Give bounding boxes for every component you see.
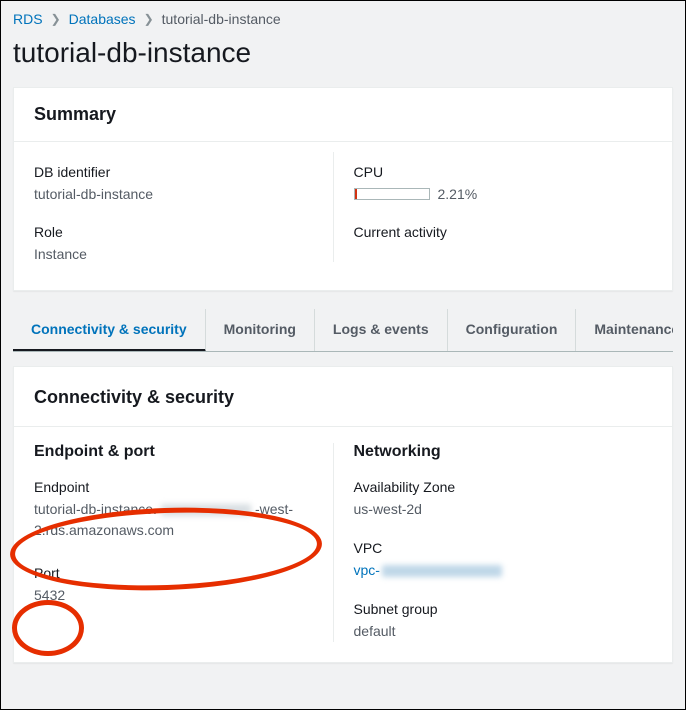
port-label: Port bbox=[34, 565, 313, 581]
redacted-segment bbox=[382, 565, 502, 577]
tab-monitoring[interactable]: Monitoring bbox=[206, 309, 315, 351]
connectivity-security-card: Connectivity & security Endpoint & port … bbox=[13, 366, 673, 663]
summary-heading: Summary bbox=[34, 104, 652, 125]
db-identifier-value: tutorial-db-instance bbox=[34, 186, 313, 202]
tab-maintenance[interactable]: Maintenance bbox=[576, 309, 673, 351]
connectivity-heading: Connectivity & security bbox=[34, 387, 652, 408]
breadcrumb-rds[interactable]: RDS bbox=[13, 11, 43, 27]
vpc-value[interactable]: vpc- bbox=[354, 560, 633, 581]
detail-tabs: Connectivity & security Monitoring Logs … bbox=[13, 309, 673, 352]
role-label: Role bbox=[34, 224, 313, 240]
cpu-value: 2.21% bbox=[438, 186, 478, 202]
endpoint-port-heading: Endpoint & port bbox=[34, 443, 313, 461]
endpoint-value: tutorial-db-instance.-west-2.rds.amazona… bbox=[34, 499, 313, 541]
subnet-group-value: default bbox=[354, 621, 633, 642]
db-identifier-label: DB identifier bbox=[34, 164, 313, 180]
subnet-group-label: Subnet group bbox=[354, 601, 633, 617]
breadcrumb: RDS ❯ Databases ❯ tutorial-db-instance bbox=[13, 1, 673, 33]
role-value: Instance bbox=[34, 246, 313, 262]
tab-logs-events[interactable]: Logs & events bbox=[315, 309, 448, 351]
page-title: tutorial-db-instance bbox=[13, 37, 673, 69]
endpoint-label: Endpoint bbox=[34, 479, 313, 495]
redacted-segment bbox=[161, 504, 251, 516]
chevron-right-icon: ❯ bbox=[51, 12, 61, 26]
cpu-progress-bar bbox=[354, 188, 430, 200]
chevron-right-icon: ❯ bbox=[144, 12, 154, 26]
port-value: 5432 bbox=[34, 585, 313, 606]
tab-connectivity-security[interactable]: Connectivity & security bbox=[13, 309, 206, 352]
availability-zone-value: us-west-2d bbox=[354, 499, 633, 520]
vpc-link[interactable]: vpc- bbox=[354, 562, 380, 578]
availability-zone-label: Availability Zone bbox=[354, 479, 633, 495]
current-activity-label: Current activity bbox=[354, 224, 633, 240]
vpc-label: VPC bbox=[354, 540, 633, 556]
networking-heading: Networking bbox=[354, 443, 633, 461]
tab-configuration[interactable]: Configuration bbox=[448, 309, 577, 351]
summary-card: Summary DB identifier tutorial-db-instan… bbox=[13, 87, 673, 291]
cpu-label: CPU bbox=[354, 164, 633, 180]
breadcrumb-current: tutorial-db-instance bbox=[162, 11, 281, 27]
breadcrumb-databases[interactable]: Databases bbox=[69, 11, 136, 27]
